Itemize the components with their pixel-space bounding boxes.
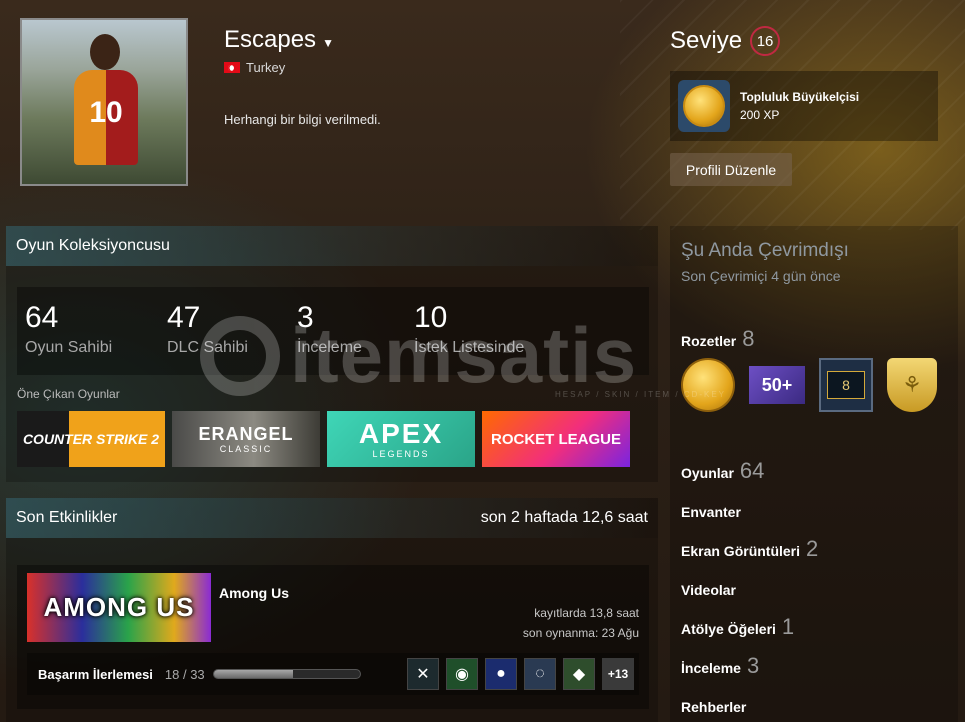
level-badge: 16	[750, 26, 781, 56]
achievement-progress-bar[interactable]: Başarım İlerlemesi 18 / 33 ✕ ◉ ● ◌ ◆ +13	[27, 653, 639, 695]
featured-game-apex-legends[interactable]: APEX LEGENDS	[327, 411, 475, 467]
achievement-label: Başarım İlerlemesi	[38, 666, 153, 682]
more-achievements-button[interactable]: +13	[602, 658, 634, 690]
collector-stats: 64 Oyun Sahibi 47 DLC Sahibi 3 İnceleme …	[17, 287, 649, 375]
featured-badge-name: Topluluk Büyükelçisi	[740, 90, 860, 104]
guides-link[interactable]: Rehberler	[681, 699, 746, 715]
stat-games-owned[interactable]: 64 Oyun Sahibi	[25, 301, 112, 357]
badges-row: 50+ 8 ⚘	[681, 358, 937, 412]
recent-activity: Son Etkinlikler son 2 haftada 12,6 saat …	[6, 498, 658, 722]
stat-wishlist[interactable]: 10 İstek Listesinde	[414, 301, 524, 357]
achievement-vent-icon[interactable]: ◆	[563, 658, 595, 690]
persona-name: Escapes	[224, 26, 317, 53]
featured-badge-xp: 200 XP	[740, 108, 780, 122]
profile-sidebar: Şu Anda Çevrimdışı Son Çevrimiçi 4 gün ö…	[670, 226, 958, 722]
featured-games-label: Öne Çıkan Oyunlar	[17, 387, 120, 401]
showcase-title: Oyun Koleksiyoncusu	[16, 237, 170, 254]
badge-50-plus-icon[interactable]: 50+	[749, 366, 805, 404]
profile-summary: Herhangi bir bilgi verilmedi.	[224, 112, 381, 127]
recent-game-hours: kayıtlarda 13,8 saat	[534, 606, 639, 620]
game-collector-showcase: Oyun Koleksiyoncusu 64 Oyun Sahibi 47 DL…	[6, 226, 658, 482]
achievement-icons: ✕ ◉ ● ◌ ◆ +13	[407, 658, 634, 690]
profile-location: Turkey	[224, 60, 285, 75]
inventory-link[interactable]: Envanter	[681, 504, 741, 520]
achievement-ghost-icon[interactable]: ◌	[524, 658, 556, 690]
among-us-cover[interactable]: AMONG US	[27, 573, 211, 642]
recent-game-last-played: son oynanma: 23 Ağu	[522, 626, 639, 640]
featured-game-rocket-league[interactable]: ROCKET LEAGUE	[482, 411, 630, 467]
caret-down-icon: ▼	[322, 36, 334, 50]
ambassador-badge-icon[interactable]	[681, 358, 735, 412]
achievement-knife-icon[interactable]: ✕	[407, 658, 439, 690]
turkey-flag-icon	[224, 62, 240, 73]
wheat-shield-badge-icon[interactable]: ⚘	[887, 358, 937, 412]
profile-level: Seviye 16	[670, 26, 781, 56]
level-label: Seviye	[670, 27, 743, 54]
reviews-link[interactable]: İnceleme 3	[681, 653, 759, 679]
achievement-progress-track	[212, 669, 361, 679]
featured-badge[interactable]: Topluluk Büyükelçisi 200 XP	[670, 71, 938, 141]
persona-name-dropdown[interactable]: Escapes ▼	[224, 26, 334, 54]
badges-link[interactable]: Rozetler 8	[681, 326, 754, 352]
featured-game-pubg-erangel[interactable]: ERANGEL CLASSIC	[172, 411, 320, 467]
games-link[interactable]: Oyunlar 64	[681, 458, 764, 484]
featured-game-counter-strike-2[interactable]: COUNTER STRIKE 2	[17, 411, 165, 467]
stat-dlc-owned[interactable]: 47 DLC Sahibi	[167, 301, 248, 357]
activity-header: Son Etkinlikler son 2 haftada 12,6 saat	[6, 498, 658, 538]
avatar-figure-head	[90, 34, 120, 70]
activity-playtime-summary: son 2 haftada 12,6 saat	[480, 509, 648, 526]
ambassador-coin-icon	[678, 80, 730, 132]
edit-profile-button[interactable]: Profili Düzenle	[670, 153, 792, 186]
recent-game-card: AMONG US Among Us kayıtlarda 13,8 saat s…	[17, 565, 649, 709]
videos-link[interactable]: Videolar	[681, 582, 736, 598]
achievement-progress-fill	[213, 670, 294, 678]
screenshots-link[interactable]: Ekran Görüntüleri 2	[681, 536, 818, 562]
activity-title: Son Etkinlikler	[16, 509, 118, 526]
years-service-badge-icon[interactable]: 8	[819, 358, 873, 412]
achievement-100-icon[interactable]: ◉	[446, 658, 478, 690]
recent-game-name[interactable]: Among Us	[219, 585, 289, 601]
profile-avatar[interactable]: 10	[20, 18, 188, 186]
online-status: Şu Anda Çevrimdışı	[681, 240, 849, 261]
achievement-crewmate-icon[interactable]: ●	[485, 658, 517, 690]
workshop-items-link[interactable]: Atölye Öğeleri 1	[681, 614, 794, 640]
last-online: Son Çevrimiçi 4 gün önce	[681, 268, 841, 284]
achievement-count: 18 / 33	[164, 666, 205, 682]
avatar-jersey-number: 10	[89, 96, 123, 129]
showcase-header: Oyun Koleksiyoncusu	[6, 226, 658, 266]
stat-reviews[interactable]: 3 İnceleme	[297, 301, 362, 357]
country-name: Turkey	[246, 60, 286, 75]
